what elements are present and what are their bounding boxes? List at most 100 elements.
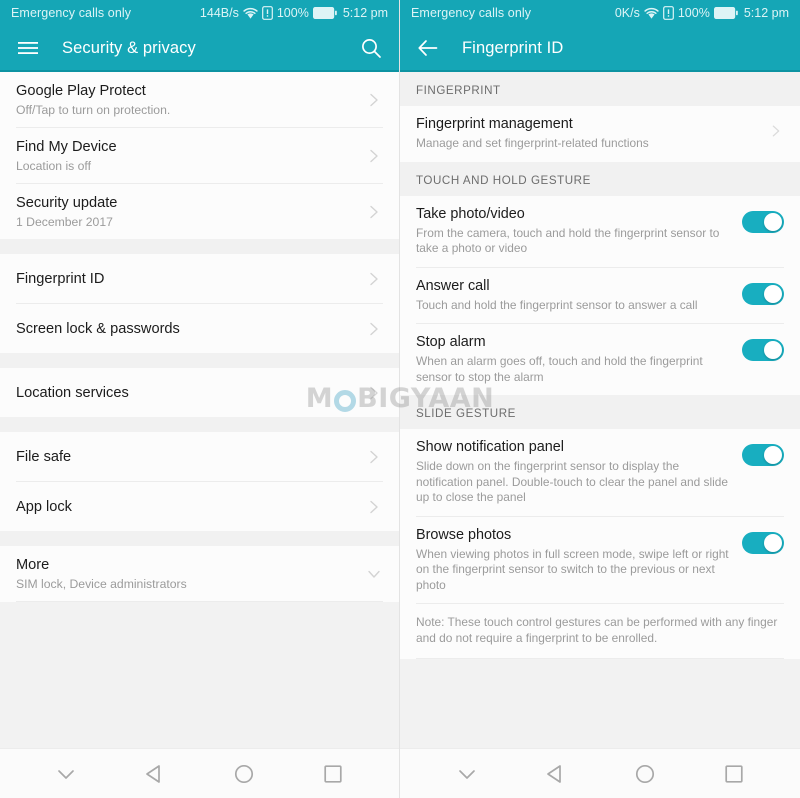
list-item[interactable]: Location services <box>0 368 399 417</box>
section-header-slide-gesture: SLIDE GESTURE <box>400 395 800 429</box>
list-item-title: Google Play Protect <box>16 83 146 99</box>
left-navigation-bar <box>0 748 399 798</box>
group-separator <box>0 353 399 368</box>
list-item[interactable]: Fingerprint ID <box>0 254 399 303</box>
list-item-title: Screen lock & passwords <box>16 320 180 337</box>
chevron-down-icon[interactable] <box>444 751 490 797</box>
list-item-title: Fingerprint ID <box>16 270 105 287</box>
toggle-knob <box>764 341 782 359</box>
list-item-subtitle: SIM lock, Device administrators <box>16 577 187 591</box>
page-title: Security & privacy <box>62 38 196 57</box>
list-item-subtitle: Touch and hold the fingerprint sensor to… <box>416 297 698 312</box>
home-circle-icon[interactable] <box>622 751 668 797</box>
carrier-label: Emergency calls only <box>11 6 132 20</box>
list-item[interactable]: Screen lock & passwords <box>0 304 399 353</box>
chevron-right-icon <box>365 384 383 402</box>
back-triangle-icon[interactable] <box>533 751 579 797</box>
toggle-stop-alarm[interactable] <box>742 333 784 366</box>
list-item-subtitle: When viewing photos in full screen mode,… <box>416 546 729 592</box>
chevron-right-icon <box>365 203 383 221</box>
settings-group: File safe App lock <box>0 432 399 531</box>
recents-square-icon[interactable] <box>711 751 757 797</box>
list-item-subtitle: Manage and set fingerprint-related funct… <box>416 136 649 150</box>
list-item-show-notification-panel[interactable]: Show notification panel Slide down on th… <box>400 429 800 516</box>
list-item-title: File safe <box>16 448 72 465</box>
wifi-icon <box>644 7 659 20</box>
chevron-right-icon <box>768 115 784 139</box>
home-circle-icon[interactable] <box>221 751 267 797</box>
network-speed-label: 144B/s <box>199 6 239 20</box>
list-item-subtitle: Off/Tap to turn on protection. <box>16 103 171 117</box>
list-item-subtitle: Slide down on the fingerprint sensor to … <box>416 459 729 504</box>
left-phone-screen: Emergency calls only 144B/s 100% 5:12 pm <box>0 0 400 798</box>
list-item-title: More <box>16 557 50 573</box>
settings-group: More SIM lock, Device administrators <box>0 546 399 602</box>
settings-group: Fingerprint management Manage and set fi… <box>400 106 800 162</box>
chevron-right-icon <box>365 147 383 165</box>
toggle-knob <box>764 533 782 552</box>
toggle-knob <box>764 446 782 464</box>
toggle-knob <box>764 284 782 303</box>
back-triangle-icon[interactable] <box>132 751 178 797</box>
left-app-bar: Security & privacy <box>0 26 399 70</box>
list-item-subtitle: 1 December 2017 <box>16 215 113 229</box>
list-item-more[interactable]: More SIM lock, Device administrators <box>0 546 399 601</box>
search-icon[interactable] <box>359 36 383 60</box>
wifi-icon <box>243 7 258 20</box>
list-item-title: Find My Device <box>16 139 117 155</box>
list-item-title: Show notification panel <box>416 439 565 455</box>
list-item-browse-photos[interactable]: Browse photos When viewing photos in ful… <box>400 516 800 603</box>
list-item[interactable]: App lock <box>0 482 399 531</box>
section-header-fingerprint: FINGERPRINT <box>400 72 800 106</box>
toggle-answer-call[interactable] <box>742 277 784 310</box>
list-item[interactable]: Security update 1 December 2017 <box>0 184 399 239</box>
clock-label: 5:12 pm <box>743 6 789 20</box>
group-separator <box>0 531 399 546</box>
group-separator <box>0 417 399 432</box>
toggle-knob <box>764 212 782 231</box>
group-separator <box>0 239 399 254</box>
chevron-right-icon <box>365 448 383 466</box>
settings-group: Take photo/video From the camera, touch … <box>400 195 800 395</box>
list-item[interactable]: Find My Device Location is off <box>0 128 399 183</box>
row-divider <box>16 601 383 602</box>
settings-group: Show notification panel Slide down on th… <box>400 429 800 659</box>
right-phone-screen: Emergency calls only 0K/s 100% 5:12 pm F… <box>400 0 800 798</box>
list-item[interactable]: Google Play Protect Off/Tap to turn on p… <box>0 72 399 127</box>
toggle-show-notification-panel[interactable] <box>742 438 784 471</box>
chevron-right-icon <box>365 270 383 288</box>
chevron-down-icon <box>365 565 383 583</box>
chevron-right-icon <box>365 498 383 516</box>
list-item-fingerprint-management[interactable]: Fingerprint management Manage and set fi… <box>400 106 800 162</box>
hamburger-menu-icon[interactable] <box>16 36 40 60</box>
battery-percent-label: 100% <box>276 6 309 20</box>
sim-alert-icon <box>261 6 273 20</box>
sim-alert-icon <box>662 6 674 20</box>
list-item[interactable]: File safe <box>0 432 399 481</box>
list-item-answer-call[interactable]: Answer call Touch and hold the fingerpri… <box>400 267 800 323</box>
back-arrow-icon[interactable] <box>416 36 440 60</box>
toggle-browse-photos[interactable] <box>742 526 784 559</box>
chevron-down-icon[interactable] <box>43 751 89 797</box>
list-item-take-photo-video[interactable]: Take photo/video From the camera, touch … <box>400 195 800 267</box>
list-item-title: Browse photos <box>416 526 512 543</box>
list-item-title: Stop alarm <box>416 334 486 350</box>
network-speed-label: 0K/s <box>614 6 640 20</box>
list-item-title: Location services <box>16 384 129 401</box>
row-divider <box>416 658 784 659</box>
right-status-bar: Emergency calls only 0K/s 100% 5:12 pm <box>400 0 800 26</box>
right-app-bar: Fingerprint ID <box>400 26 800 70</box>
left-status-bar: Emergency calls only 144B/s 100% 5:12 pm <box>0 0 399 26</box>
list-item-title: App lock <box>16 498 72 515</box>
battery-icon <box>713 7 738 19</box>
toggle-take-photo-video[interactable] <box>742 205 784 238</box>
recents-square-icon[interactable] <box>310 751 356 797</box>
right-settings-list: FINGERPRINT Fingerprint management Manag… <box>400 72 800 748</box>
dual-screenshot: Emergency calls only 144B/s 100% 5:12 pm <box>0 0 800 798</box>
chevron-right-icon <box>365 91 383 109</box>
settings-group: Location services <box>0 368 399 417</box>
list-item-title: Fingerprint management <box>416 116 573 132</box>
section-header-touch-and-hold: TOUCH AND HOLD GESTURE <box>400 161 800 196</box>
clock-label: 5:12 pm <box>342 6 388 20</box>
list-item-stop-alarm[interactable]: Stop alarm When an alarm goes off, touch… <box>400 324 800 395</box>
